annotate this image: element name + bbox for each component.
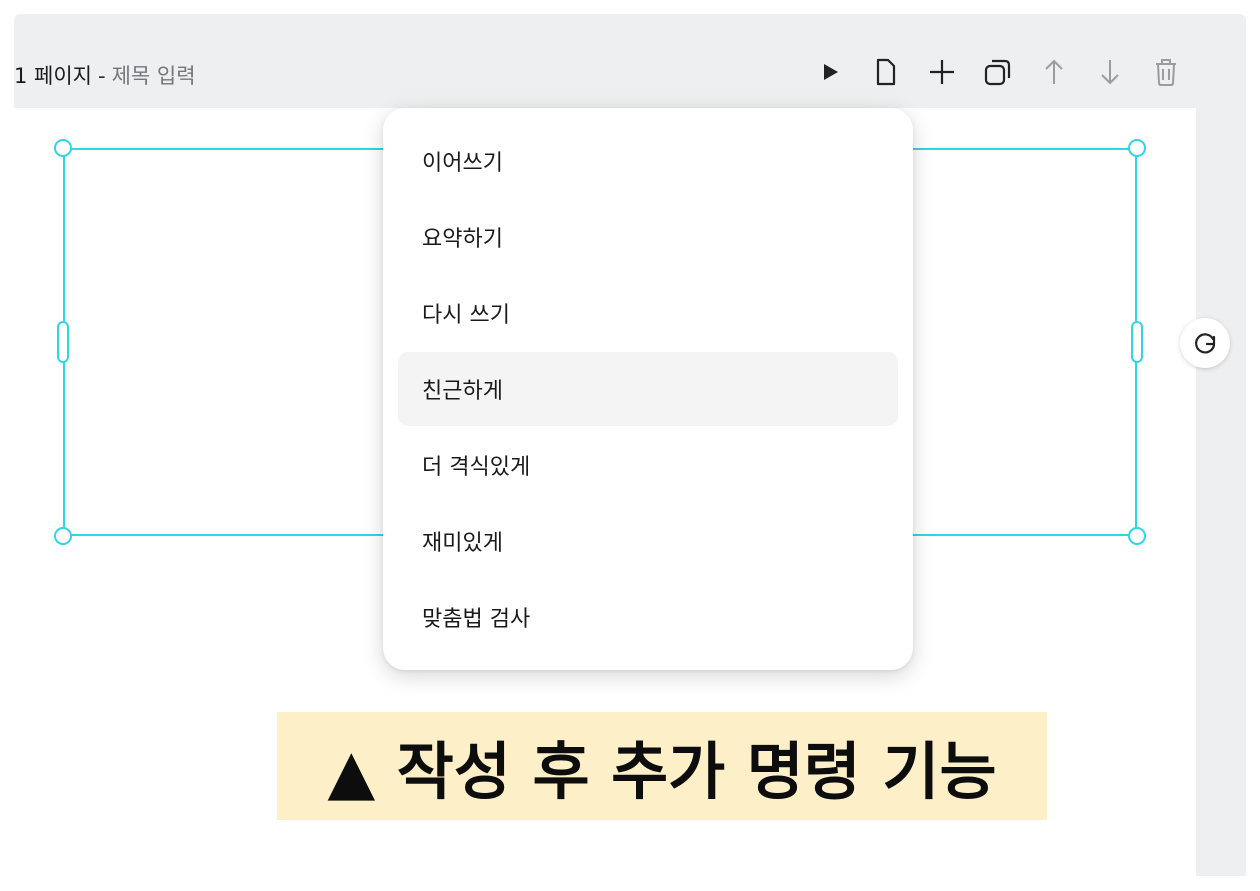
page-title: 1 페이지 - 제목 입력 [14,60,196,90]
page-header: 1 페이지 - 제목 입력 [14,40,1196,104]
resize-handle-top-left[interactable] [54,139,72,157]
arrow-up-icon[interactable] [1032,50,1076,94]
menu-item-more-formal[interactable]: 더 격식있게 [398,428,898,502]
duplicate-icon[interactable] [976,50,1020,94]
canvas-margin [1196,108,1246,876]
rotate-icon[interactable] [1180,318,1230,368]
trash-icon[interactable] [1144,50,1188,94]
menu-item-rewrite[interactable]: 다시 쓰기 [398,276,898,350]
resize-handle-top-right[interactable] [1128,139,1146,157]
plus-icon[interactable] [920,50,964,94]
page-title-input[interactable]: 제목 입력 [112,64,196,88]
caption-banner: ▲ 작성 후 추가 명령 기능 [277,712,1047,820]
resize-handle-bottom-left[interactable] [54,527,72,545]
arrow-down-icon[interactable] [1088,50,1132,94]
title-separator: - [98,64,106,88]
menu-item-summarize[interactable]: 요약하기 [398,200,898,274]
menu-item-friendly[interactable]: 친근하게 [398,352,898,426]
resize-handle-bottom-right[interactable] [1128,527,1146,545]
play-icon[interactable] [808,50,852,94]
menu-item-fun[interactable]: 재미있게 [398,504,898,578]
document-icon[interactable] [864,50,908,94]
resize-handle-left[interactable] [57,321,69,363]
page-toolbar [796,50,1188,94]
menu-item-spell-check[interactable]: 맞춤법 검사 [398,580,898,654]
resize-handle-right[interactable] [1131,321,1143,363]
menu-item-continue-writing[interactable]: 이어쓰기 [398,124,898,198]
ai-command-menu: 이어쓰기 요약하기 다시 쓰기 친근하게 더 격식있게 재미있게 맞춤법 검사 [383,108,913,670]
page-label: 1 페이지 [14,64,92,88]
